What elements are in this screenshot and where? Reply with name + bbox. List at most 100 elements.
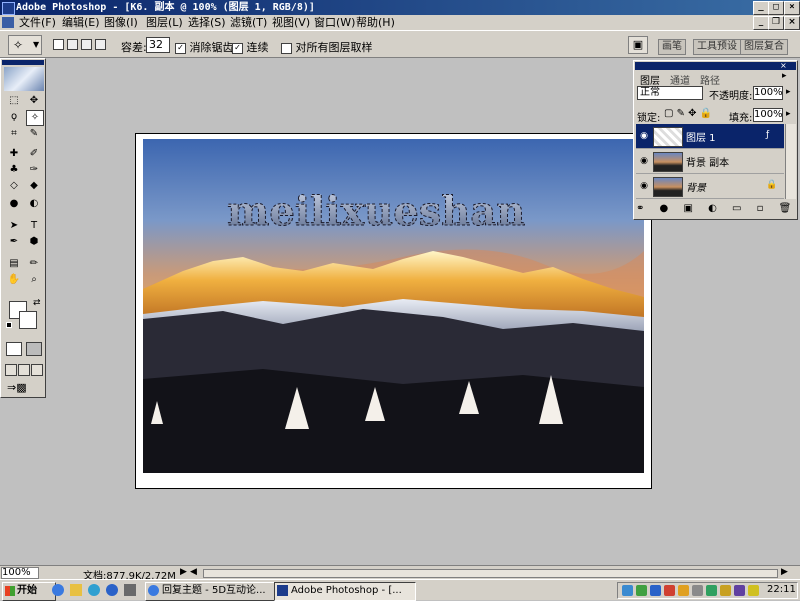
all-layers-checkbox[interactable]: 对所有图层取样 — [281, 39, 373, 55]
notes-tool-icon[interactable]: ▤ — [6, 257, 22, 271]
tab-brushes[interactable]: 画笔 — [658, 39, 686, 55]
tolerance-input[interactable]: 32 — [146, 37, 170, 53]
menu-select[interactable]: 选择(S) — [188, 15, 226, 30]
crop-tool-icon[interactable]: ⌗ — [6, 127, 22, 141]
layers-footer-icons[interactable]: ⚭ ● ▣ ◐ ▭ ▫ 🗑 — [636, 203, 794, 217]
watermark-text[interactable]: meilixueshan — [227, 188, 526, 236]
menu-file[interactable]: 文件(F) — [19, 15, 56, 30]
folder-quicklaunch-icon[interactable] — [70, 584, 82, 596]
doc-minimize-button[interactable]: _ — [753, 16, 769, 30]
pen-tool-icon[interactable]: ✒ — [6, 235, 22, 249]
zoom-field[interactable]: 100% — [1, 567, 39, 579]
blur-tool-icon[interactable]: ● — [6, 197, 22, 211]
menu-help[interactable]: 帮助(H) — [356, 15, 395, 30]
lock-icons[interactable]: ▢ ✎ ✥ 🔒 — [664, 108, 712, 119]
menu-view[interactable]: 视图(V) — [272, 15, 310, 30]
layer-row-3[interactable]: ◉ 背景 🔒 — [636, 174, 784, 199]
intersect-selection-icon[interactable] — [95, 39, 106, 50]
shape-tool-icon[interactable]: ⬢ — [26, 235, 42, 249]
close-button[interactable]: × — [784, 1, 800, 15]
tab-layer-comps[interactable]: 图层复合 — [740, 39, 788, 55]
healing-brush-icon[interactable]: ✚ — [6, 147, 22, 161]
tool-preset-picker[interactable]: ✧ ▼ — [8, 35, 42, 55]
messenger-quicklaunch-icon[interactable] — [106, 584, 118, 596]
doc-info-arrow-icon[interactable]: ▶ — [180, 567, 187, 577]
maximize-button[interactable]: □ — [768, 1, 784, 15]
menu-layer[interactable]: 图层(L) — [146, 15, 183, 30]
palette-close-icon[interactable]: × — [780, 62, 787, 70]
tab-layers[interactable]: 图层 — [640, 72, 660, 87]
dodge-tool-icon[interactable]: ◐ — [26, 197, 42, 211]
brush-tool-icon[interactable]: ✐ — [26, 147, 42, 161]
marquee-tool-icon[interactable]: ⬚ — [6, 94, 22, 108]
slice-tool-icon[interactable]: ✎ — [26, 127, 42, 141]
menu-edit[interactable]: 编辑(E) — [62, 15, 100, 30]
tray-tool-icon[interactable] — [748, 585, 759, 596]
doc-close-button[interactable]: × — [784, 16, 800, 30]
history-brush-icon[interactable]: ✑ — [26, 163, 42, 177]
tray-messenger-icon[interactable] — [650, 585, 661, 596]
tray-input-icon[interactable] — [706, 585, 717, 596]
fill-arrow-icon[interactable]: ▸ — [786, 109, 791, 119]
type-tool-icon[interactable]: T — [26, 219, 42, 233]
opacity-arrow-icon[interactable]: ▸ — [786, 87, 791, 97]
eraser-tool-icon[interactable]: ◇ — [6, 179, 22, 193]
layers-scrollbar[interactable] — [785, 124, 796, 199]
magic-wand-tool-icon[interactable]: ✧ — [26, 110, 44, 126]
minimize-button[interactable]: _ — [753, 1, 769, 15]
zoom-tool-icon[interactable]: ⌕ — [26, 273, 42, 287]
desktop-quicklaunch-icon[interactable] — [124, 584, 136, 596]
layer-row-2[interactable]: ◉ 背景 副本 — [636, 149, 784, 174]
jump-to-imageready-icon[interactable]: ⇒▩ — [7, 381, 41, 395]
task-forum-reply[interactable]: 回复主题 - 5D互动论... — [145, 582, 289, 601]
swap-colors-icon[interactable]: ⇄ — [33, 298, 41, 308]
eye-icon[interactable]: ◉ — [638, 180, 650, 192]
fill-input[interactable]: 100% — [753, 108, 783, 122]
task-photoshop[interactable]: Adobe Photoshop - [... — [274, 582, 416, 601]
tray-volume-icon[interactable] — [692, 585, 703, 596]
tray-antivirus-icon[interactable] — [664, 585, 675, 596]
antialias-checkbox[interactable]: ✓ 消除锯齿 — [175, 39, 234, 55]
background-color-swatch[interactable] — [19, 311, 37, 329]
path-selection-icon[interactable]: ➤ — [6, 219, 22, 233]
move-tool-icon[interactable]: ✥ — [26, 94, 42, 108]
tab-tool-presets[interactable]: 工具预设 — [693, 39, 741, 55]
tab-paths[interactable]: 路径 — [700, 72, 720, 87]
tab-channels[interactable]: 通道 — [670, 72, 690, 87]
scroll-right-icon[interactable]: ▶ — [781, 567, 788, 577]
tray-security-icon[interactable] — [636, 585, 647, 596]
blend-mode-select[interactable]: 正常 — [637, 86, 703, 100]
paint-bucket-icon[interactable]: ◆ — [26, 179, 42, 193]
layer-row-1[interactable]: ◉ 图层 1 ƒ — [636, 124, 784, 149]
new-selection-icon[interactable] — [53, 39, 64, 50]
add-selection-icon[interactable] — [67, 39, 78, 50]
horizontal-scrollbar[interactable] — [203, 569, 778, 578]
tray-app-icon[interactable] — [734, 585, 745, 596]
standard-mode-icon[interactable] — [6, 342, 22, 356]
palette-menu-icon[interactable]: ▸ — [782, 71, 787, 81]
contiguous-checkbox[interactable]: ✓ 连续 — [232, 39, 269, 55]
menu-image[interactable]: 图像(I) — [104, 15, 138, 30]
ie-quicklaunch-icon[interactable] — [52, 584, 64, 596]
tray-network-icon[interactable] — [622, 585, 633, 596]
mountain-photo[interactable]: meilixueshan — [143, 139, 644, 473]
clone-stamp-icon[interactable]: ♣ — [6, 163, 22, 177]
file-browser-icon[interactable]: ▣ — [628, 36, 648, 54]
menu-filter[interactable]: 滤镜(T) — [230, 15, 267, 30]
hand-tool-icon[interactable]: ✋ — [6, 273, 22, 287]
scroll-left-icon[interactable]: ◀ — [190, 567, 200, 579]
eye-icon[interactable]: ◉ — [638, 130, 650, 142]
quick-mask-icon[interactable] — [26, 342, 42, 356]
tray-ime-icon[interactable] — [720, 585, 731, 596]
eye-icon[interactable]: ◉ — [638, 155, 650, 167]
default-colors-icon[interactable] — [6, 322, 12, 328]
opacity-input[interactable]: 100% — [753, 86, 783, 100]
screen-mode-standard-icon[interactable] — [5, 364, 17, 376]
doc-restore-button[interactable]: ❐ — [768, 16, 784, 30]
eyedropper-icon[interactable]: ✏ — [26, 257, 42, 271]
subtract-selection-icon[interactable] — [81, 39, 92, 50]
tray-update-icon[interactable] — [678, 585, 689, 596]
screen-mode-full-icon[interactable] — [31, 364, 43, 376]
start-button[interactable]: 开始 — [2, 582, 56, 601]
screen-mode-full-menu-icon[interactable] — [18, 364, 30, 376]
